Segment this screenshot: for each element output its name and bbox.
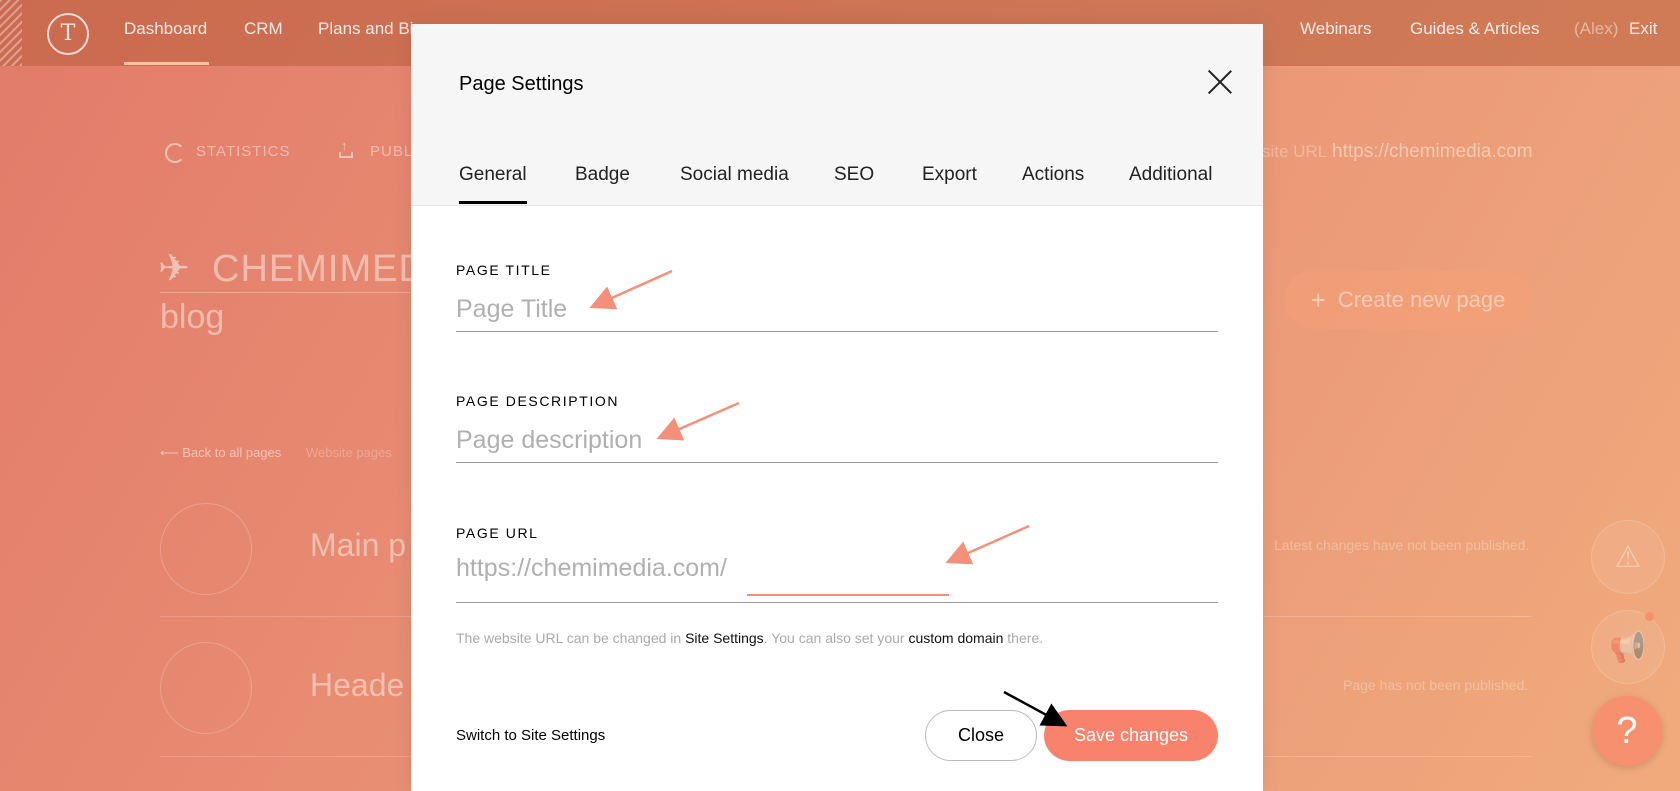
airplane-icon: ✈ bbox=[158, 248, 190, 290]
switch-to-site-settings-link[interactable]: Switch to Site Settings bbox=[456, 727, 605, 744]
help-button[interactable]: ? bbox=[1592, 696, 1662, 766]
page-url-label: PAGE URL bbox=[456, 525, 539, 541]
nav-item-dashboard[interactable]: Dashboard bbox=[124, 19, 207, 39]
tab-seo[interactable]: SEO bbox=[834, 164, 874, 186]
warning-icon[interactable]: ⚠ bbox=[1591, 520, 1665, 594]
site-url-link[interactable]: https://chemimedia.com bbox=[1332, 141, 1533, 163]
publish-icon bbox=[339, 138, 353, 158]
notification-dot bbox=[1645, 612, 1654, 621]
page-row-title[interactable]: Heade bbox=[310, 667, 404, 704]
tab-badge[interactable]: Badge bbox=[575, 164, 630, 186]
nav-item-guides-articles[interactable]: Guides & Articles bbox=[1410, 19, 1539, 39]
create-page-button[interactable]: + Create new page bbox=[1284, 271, 1532, 329]
tilda-logo-icon[interactable]: T bbox=[47, 13, 89, 55]
nav-item-plans-billing[interactable]: Plans and Bi bbox=[318, 19, 413, 39]
create-page-label: Create new page bbox=[1337, 287, 1506, 312]
tab-social-media[interactable]: Social media bbox=[680, 164, 789, 186]
page-row-status: Page has not been published. bbox=[1343, 677, 1529, 693]
modal-title: Page Settings bbox=[459, 73, 584, 95]
nav-pattern-decoration bbox=[0, 0, 22, 66]
nav-user-name: (Alex) bbox=[1574, 19, 1619, 38]
hint-text: . You can also set your bbox=[763, 630, 909, 646]
close-button[interactable]: Close bbox=[925, 710, 1037, 761]
nav-item-crm[interactable]: CRM bbox=[244, 19, 283, 39]
nav-exit-link[interactable]: Exit bbox=[1629, 19, 1657, 39]
page-url-input[interactable] bbox=[747, 554, 949, 596]
site-url-hint: The website URL can be changed in Site S… bbox=[456, 630, 1043, 646]
website-pages-breadcrumb: Website pages bbox=[306, 445, 392, 460]
plus-icon: + bbox=[1310, 284, 1326, 315]
site-settings-link[interactable]: Site Settings bbox=[685, 630, 764, 646]
modal-header: Page Settings General Badge Social media… bbox=[411, 24, 1263, 206]
page-settings-modal: Page Settings General Badge Social media… bbox=[411, 24, 1263, 791]
statistics-link[interactable]: STATISTICS bbox=[196, 143, 290, 160]
page-row-title[interactable]: Main p bbox=[310, 527, 406, 564]
statistics-icon bbox=[165, 143, 185, 163]
project-subtitle: blog bbox=[160, 298, 225, 336]
project-title-underline bbox=[160, 292, 410, 293]
page-url-prefix: https://chemimedia.com/ bbox=[456, 554, 727, 582]
tab-general[interactable]: General bbox=[459, 164, 527, 186]
site-url-label: site URL bbox=[1262, 142, 1328, 161]
back-to-pages-link[interactable]: ⟵ Back to all pages bbox=[160, 445, 281, 461]
hint-text: The website URL can be changed in bbox=[456, 630, 686, 646]
page-title-input[interactable] bbox=[456, 288, 1218, 332]
close-icon[interactable] bbox=[1204, 66, 1236, 98]
tab-additional[interactable]: Additional bbox=[1129, 164, 1212, 186]
page-description-input[interactable] bbox=[456, 419, 1218, 463]
page-title-label: PAGE TITLE bbox=[456, 262, 552, 278]
page-row-status: Latest changes have not been published. bbox=[1274, 537, 1530, 553]
page-url-underline bbox=[456, 602, 1218, 603]
project-title: CHEMIMED bbox=[212, 248, 427, 290]
tab-export[interactable]: Export bbox=[922, 164, 977, 186]
active-tab-indicator bbox=[459, 201, 527, 204]
tab-actions[interactable]: Actions bbox=[1022, 164, 1084, 186]
page-thumbnail[interactable] bbox=[160, 642, 252, 734]
nav-active-indicator bbox=[124, 62, 209, 65]
save-changes-button[interactable]: Save changes bbox=[1044, 710, 1218, 761]
custom-domain-link[interactable]: custom domain bbox=[908, 630, 1003, 646]
page-description-label: PAGE DESCRIPTION bbox=[456, 393, 620, 409]
question-icon: ? bbox=[1616, 709, 1638, 752]
nav-item-webinars[interactable]: Webinars bbox=[1300, 19, 1372, 39]
hint-text: there. bbox=[1003, 630, 1044, 646]
megaphone-icon[interactable]: 📢 bbox=[1591, 610, 1665, 684]
page-thumbnail[interactable] bbox=[160, 503, 252, 595]
